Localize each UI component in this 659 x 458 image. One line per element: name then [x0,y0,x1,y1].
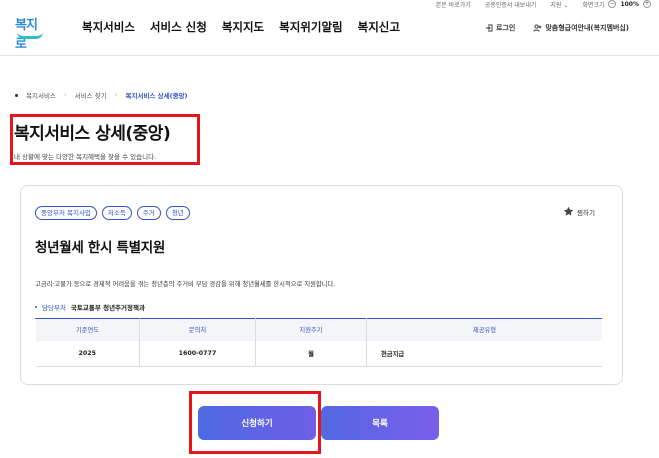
header-base-year: 기준연도 [35,318,140,341]
zoom-value: 100% [620,0,639,8]
home-dot-icon [15,93,18,97]
service-summary: 고금리·고물가 등으로 경제적 어려움을 겪는 청년층의 주거비 부담 경감을 … [35,281,336,288]
breadcrumb-item-welfare-services[interactable]: 복지서비스 [26,90,56,100]
breadcrumb-item-service-search[interactable]: 서비스 찾기 [75,90,107,100]
service-tags: 중앙부처 복지사업 저소득 주거 청년 [35,206,190,220]
bookmark-button[interactable]: 찜하기 [563,206,595,217]
zoom-label: 화면크기 [582,1,605,9]
breadcrumb: 복지서비스 › 서비스 찾기 › 복지서비스 상세(중앙) [15,90,188,100]
nav-item-welfare-report[interactable]: 복지신고 [358,19,400,35]
export-certificate-link[interactable]: 공동인증서 내보내기 [485,0,537,9]
site-logo[interactable]: 복지로 [13,10,47,52]
header-divider [0,55,659,56]
bullet-icon [35,306,37,308]
table-row: 2025 1600-0777 월 현금지급 [35,340,602,367]
department-info: 담당부처 국토교통부 청년주거정책과 [35,302,145,312]
membership-link[interactable]: 맞춤형급여안내(복지멤버십) [533,23,629,33]
tag-youth[interactable]: 청년 [165,206,190,220]
nav-item-crisis-alert[interactable]: 복지위기알림 [279,19,342,35]
header-provision-type: 제공유형 [366,318,602,341]
department-label: 담당부처 [42,304,66,312]
logo-smile-mark [17,32,43,39]
list-button[interactable]: 목록 [321,406,439,440]
support-dropdown[interactable]: 지원 ⌄ [550,0,568,9]
star-icon [563,206,574,216]
bookmark-label: 찜하기 [577,208,595,217]
cell-provision-type: 현금지급 [366,340,602,367]
page-description: 내 상황에 맞는 다양한 복지혜택을 찾을 수 있습니다. [14,153,157,161]
nav-item-welfare-services[interactable]: 복지서비스 [82,19,135,35]
chevron-right-icon: › [63,91,67,99]
zoom-control: 화면크기 − 100% + [582,0,651,9]
table-header-row: 기준연도 문의처 지원주기 제공유형 [35,318,602,341]
cell-contact: 1600-0777 [139,340,256,367]
apply-button[interactable]: 신청하기 [198,406,316,440]
cell-support-cycle: 월 [255,340,367,367]
service-title: 청년월세 한시 특별지원 [35,240,165,256]
skip-to-content-link[interactable]: 본문 바로가기 [436,0,471,9]
department-value: 국토교통부 청년주거정책과 [70,304,145,312]
membership-label: 맞춤형급여안내(복지멤버십) [545,24,629,32]
header-support-cycle: 지원주기 [255,318,367,341]
login-link[interactable]: 로그인 [485,23,515,33]
header-contact: 문의처 [139,318,256,341]
cell-base-year: 2025 [35,340,140,367]
chevron-right-icon: › [114,91,118,99]
service-info-table: 기준연도 문의처 지원주기 제공유형 2025 1600-0777 월 현금지급 [35,318,602,367]
zoom-out-button[interactable]: − [608,0,617,8]
tag-central-ministry[interactable]: 중앙부처 복지사업 [35,206,97,220]
tag-low-income[interactable]: 저소득 [101,206,132,220]
nav-item-service-application[interactable]: 서비스 신청 [150,19,207,35]
login-label: 로그인 [495,24,516,32]
login-icon [485,24,493,32]
main-nav: 복지서비스 서비스 신청 복지지도 복지위기알림 복지신고 [82,19,400,35]
utility-bar: 본문 바로가기 공동인증서 내보내기 지원 ⌄ 화면크기 − 100% + [436,0,651,9]
tag-housing[interactable]: 주거 [136,206,161,220]
user-plus-icon [533,24,542,32]
page-title: 복지서비스 상세(중앙) [14,124,171,144]
nav-item-welfare-map[interactable]: 복지지도 [222,19,264,35]
zoom-in-button[interactable]: + [643,0,651,8]
header-user-menu: 로그인 맞춤형급여안내(복지멤버십) [485,23,629,33]
breadcrumb-item-current: 복지서비스 상세(중앙) [125,92,188,100]
